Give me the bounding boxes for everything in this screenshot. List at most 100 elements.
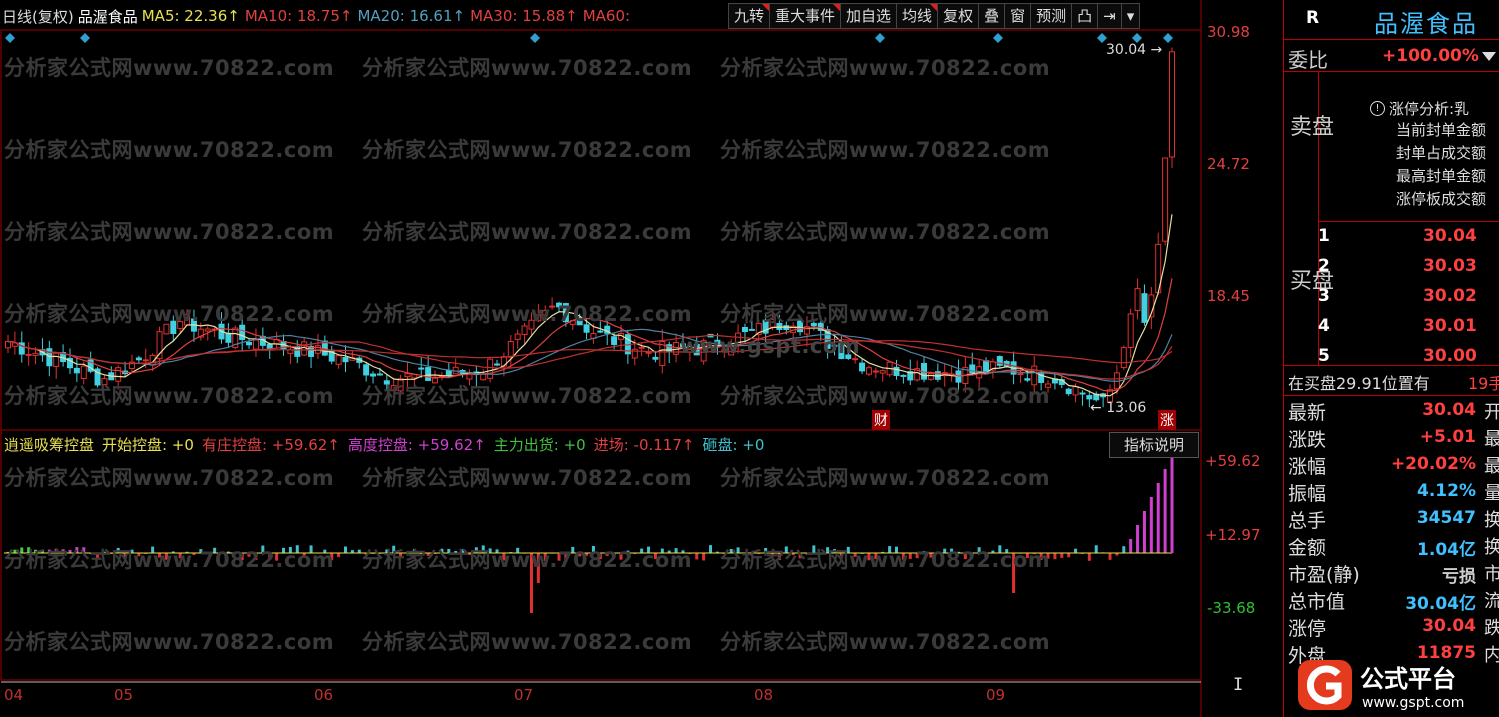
- candle-body: [135, 357, 142, 361]
- toolbar-button-8[interactable]: 凸: [1071, 3, 1098, 29]
- indicator-help-button[interactable]: 指标说明: [1109, 432, 1199, 458]
- stock-name: 品渥食品: [77, 7, 138, 26]
- indicator-bar: [399, 553, 403, 558]
- indicator-bar: [75, 547, 79, 553]
- indicator-bar: [963, 553, 967, 560]
- indicator-bar: [1142, 511, 1146, 553]
- stat-value: 4.12%: [1417, 481, 1476, 501]
- candle-body: [432, 377, 439, 384]
- stat-value: 1.04亿: [1417, 540, 1476, 560]
- indicator-bar: [674, 548, 678, 553]
- toolbar-button-5[interactable]: 叠: [978, 3, 1005, 29]
- stat-label: 总手: [1288, 510, 1327, 532]
- panel-stock-name: 品渥食品: [1374, 10, 1478, 38]
- bid-level: 4: [1318, 316, 1330, 336]
- event-diamond-icon: [530, 33, 540, 43]
- limit-analysis-title[interactable]: 涨停分析:乳: [1389, 98, 1469, 119]
- stat-value: 34547: [1416, 508, 1476, 528]
- indicator-bar: [474, 547, 478, 553]
- kline-chart[interactable]: [0, 0, 1283, 717]
- event-diamond-icon: [875, 33, 885, 43]
- toolbar-button-3[interactable]: 均线: [896, 3, 938, 29]
- candle-body: [246, 341, 253, 346]
- indicator-bar: [343, 546, 347, 553]
- candle-body: [1031, 365, 1038, 386]
- ma5-line: [7, 214, 1173, 397]
- indicator-bar: [1129, 539, 1133, 553]
- indicator-bar: [612, 553, 616, 557]
- candle-body: [638, 346, 645, 349]
- indicator-bar: [984, 553, 988, 558]
- toolbar-button-7[interactable]: 预测: [1030, 3, 1072, 29]
- indicator-legend-item: 主力出货: +0: [493, 436, 586, 454]
- indicator-bar: [998, 545, 1002, 553]
- indicator-bar: [784, 546, 788, 553]
- period-label[interactable]: 日线(复权): [2, 6, 74, 27]
- toolbar-button-4[interactable]: 复权: [937, 3, 979, 29]
- chart-header: 日线(复权) 品渥食品 MA5: 22.36↑ MA10: 18.75↑ MA20:…: [2, 5, 630, 27]
- indicator-bar: [1025, 553, 1029, 559]
- candle-body: [741, 326, 748, 333]
- indicator-bar: [330, 553, 334, 561]
- candle-body: [865, 367, 872, 375]
- logo-text: 公式平台: [1360, 665, 1456, 693]
- stat-value: +5.01: [1419, 427, 1476, 447]
- bid-price: 30.01: [1423, 316, 1477, 336]
- candle-body: [514, 333, 521, 340]
- stock-code-badge: R: [1306, 8, 1320, 28]
- toolbar-button-10[interactable]: ▾: [1120, 3, 1141, 29]
- buy-position-lots: 19手: [1468, 374, 1499, 393]
- indicator-bar: [302, 553, 306, 558]
- indicator-bar: [213, 547, 217, 553]
- weibi-label: 委比: [1288, 48, 1328, 72]
- candle-body: [487, 358, 494, 379]
- stat-trailing-label: 量: [1484, 479, 1499, 505]
- toolbar-button-2[interactable]: 加自选: [840, 3, 897, 29]
- candle-body: [845, 354, 852, 359]
- cai-event-badge[interactable]: 财: [872, 410, 890, 430]
- toolbar-button-0[interactable]: 九转: [728, 3, 770, 29]
- weibi-value: +100.00%: [1382, 46, 1479, 66]
- indicator-bar: [1136, 525, 1140, 553]
- toolbar-button-1[interactable]: 重大事件: [769, 3, 841, 29]
- indicator-bar: [764, 547, 768, 553]
- indicator-bar: [536, 553, 540, 583]
- candle-body: [852, 358, 859, 361]
- info-icon[interactable]: !: [1370, 101, 1385, 116]
- indicator-bar: [1149, 497, 1153, 553]
- indicator-bar: [461, 549, 465, 553]
- candle-body: [1079, 392, 1086, 395]
- indicator-bar: [481, 545, 485, 553]
- candle-body: [1072, 386, 1079, 396]
- candle-body: [700, 340, 707, 362]
- indicator-bar: [116, 547, 120, 553]
- candle-body: [535, 314, 542, 322]
- indicator-bar: [247, 553, 251, 557]
- ma-legend: MA5: 22.36↑ MA10: 18.75↑ MA20: 16.61↑ MA30:…: [142, 7, 630, 25]
- indicator-bar: [591, 545, 595, 553]
- toolbar-button-6[interactable]: 窗: [1004, 3, 1031, 29]
- indicator-bar: [1005, 549, 1009, 553]
- indicator-bar: [1087, 553, 1091, 561]
- indicator-bar: [82, 547, 86, 553]
- indicator-bar: [20, 547, 24, 553]
- ma-legend-item: MA20: 16.61↑: [357, 7, 466, 25]
- indicator-bar: [1012, 553, 1016, 593]
- limit-analysis-item: 涨停板成交额: [1396, 190, 1487, 208]
- ind-axis-top: +59.62: [1205, 452, 1261, 470]
- indicator-bar: [47, 549, 51, 553]
- event-diamond-icon: [5, 33, 15, 43]
- indicator-bar: [357, 549, 361, 553]
- candle-body: [679, 343, 686, 348]
- indicator-name[interactable]: 逍遥吸筹控盘: [4, 434, 94, 455]
- indicator-bar: [557, 553, 561, 561]
- candle-body: [872, 370, 879, 373]
- toolbar-button-9[interactable]: ⇥: [1097, 3, 1121, 29]
- candle-body: [776, 322, 783, 330]
- price-axis-low: 18.45: [1207, 287, 1250, 305]
- zhang-event-badge[interactable]: 涨: [1158, 410, 1176, 430]
- chart-area[interactable]: 分析家公式网www.70822.com 分析家公式网www.70822.com 分析…: [0, 0, 1283, 717]
- candle-body: [748, 328, 755, 331]
- stat-trailing-label: 最: [1484, 425, 1499, 451]
- indicator-bar: [867, 553, 871, 561]
